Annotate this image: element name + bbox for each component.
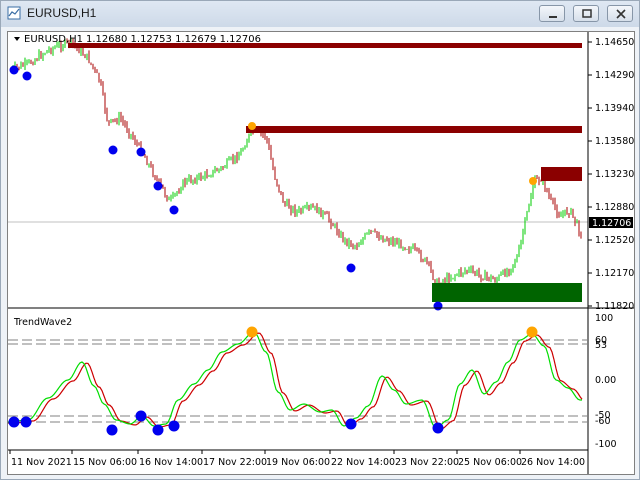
current-price-label: 1.12706 <box>589 217 633 229</box>
chart-header: EURUSD,H1 1.12680 1.12753 1.12679 1.1270… <box>14 34 261 45</box>
close-button[interactable] <box>607 5 633 22</box>
low-signal-marker <box>9 65 19 75</box>
price-tick-label: 1.11820 <box>595 301 634 312</box>
price-tick-label: 1.14290 <box>595 70 634 81</box>
indicator-low-marker <box>432 422 444 434</box>
chart-window-icon <box>7 6 21 20</box>
time-tick-label: 22 Nov 14:00 <box>331 457 395 468</box>
indicator-low-marker <box>345 418 357 430</box>
time-tick-label: 19 Nov 06:00 <box>266 457 330 468</box>
time-tick-label: 16 Nov 14:00 <box>139 457 203 468</box>
time-tick-label: 11 Nov 2021 <box>11 457 72 468</box>
support-zone[interactable] <box>432 283 582 302</box>
price-tick-label: 1.13940 <box>595 103 634 114</box>
time-tick-label: 15 Nov 06:00 <box>73 457 137 468</box>
indicator-markers <box>8 326 538 436</box>
indicator-high-marker <box>246 326 258 338</box>
indicator-axis-label: 100 <box>595 313 613 324</box>
time-tick-label: 23 Nov 22:00 <box>395 457 459 468</box>
indicator-axis-label: 0.00 <box>595 375 616 386</box>
restore-icon <box>582 9 592 18</box>
high-signal-marker <box>248 122 256 130</box>
time-tick-label: 17 Nov 22:00 <box>203 457 267 468</box>
low-signal-marker <box>346 263 356 273</box>
indicator-axis-label: 53 <box>595 340 607 351</box>
low-signal-marker <box>153 181 163 191</box>
chart-window: EURUSD,H1 EURUSD,H1 1.12680 1.12753 1.12… <box>0 0 640 480</box>
low-signal-marker <box>22 71 32 81</box>
indicator-low-marker <box>168 420 180 432</box>
indicator-low-marker <box>20 416 32 428</box>
close-icon <box>616 9 626 19</box>
price-tick-label: 1.12170 <box>595 268 634 279</box>
indicator-high-marker <box>526 326 538 338</box>
price-pane[interactable] <box>8 32 588 307</box>
resistance-zone-right[interactable] <box>541 167 582 181</box>
indicator-axis: 10060530.00-50-60-100 <box>595 313 617 450</box>
chart-area[interactable]: EURUSD,H1 1.12680 1.12753 1.12679 1.1270… <box>7 31 635 475</box>
price-tick-label: 1.13580 <box>595 136 634 147</box>
price-axis: 1.14650 1.14290 1.13940 1.13580 1.13230 1.128… <box>588 37 634 312</box>
time-tick-label: 26 Nov 14:00 <box>521 457 585 468</box>
low-signal-marker <box>433 301 443 311</box>
indicator-pane[interactable]: TrendWave2 10060530.00-50-60-100 <box>8 313 617 450</box>
trendwave-slow-line <box>8 332 583 430</box>
indicator-axis-label: -100 <box>595 439 617 450</box>
price-tick-label: 1.14650 <box>595 37 634 48</box>
indicator-axis-label: -60 <box>595 416 611 427</box>
restore-button[interactable] <box>573 5 599 22</box>
low-signal-marker <box>169 205 179 215</box>
chart-ohlc: 1.12680 1.12753 1.12679 1.12706 <box>86 34 261 45</box>
high-signal-marker <box>529 177 537 185</box>
minimize-button[interactable] <box>539 5 565 22</box>
price-tick-label: 1.13230 <box>595 169 634 180</box>
indicator-low-marker <box>135 410 147 422</box>
resistance-zone-middle[interactable] <box>246 126 582 133</box>
minimize-icon <box>549 16 557 18</box>
title-bar[interactable]: EURUSD,H1 <box>1 1 639 27</box>
low-signal-marker <box>136 147 146 157</box>
window-title: EURUSD,H1 <box>27 6 97 20</box>
indicator-name: TrendWave2 <box>13 317 72 328</box>
current-price: 1.12706 <box>592 218 631 229</box>
low-signal-marker <box>108 145 118 155</box>
time-axis: 11 Nov 2021 15 Nov 06:00 16 Nov 14:00 17 No… <box>9 450 585 468</box>
indicator-low-marker <box>152 424 164 436</box>
indicator-low-marker <box>8 416 20 428</box>
price-tick-label: 1.12520 <box>595 235 634 246</box>
price-tick-label: 1.12880 <box>595 202 634 213</box>
indicator-low-marker <box>106 424 118 436</box>
time-tick-label: 25 Nov 06:00 <box>458 457 522 468</box>
chart-canvas[interactable]: EURUSD,H1 1.12680 1.12753 1.12679 1.1270… <box>8 32 634 474</box>
chart-symbol: EURUSD,H1 <box>24 34 83 45</box>
